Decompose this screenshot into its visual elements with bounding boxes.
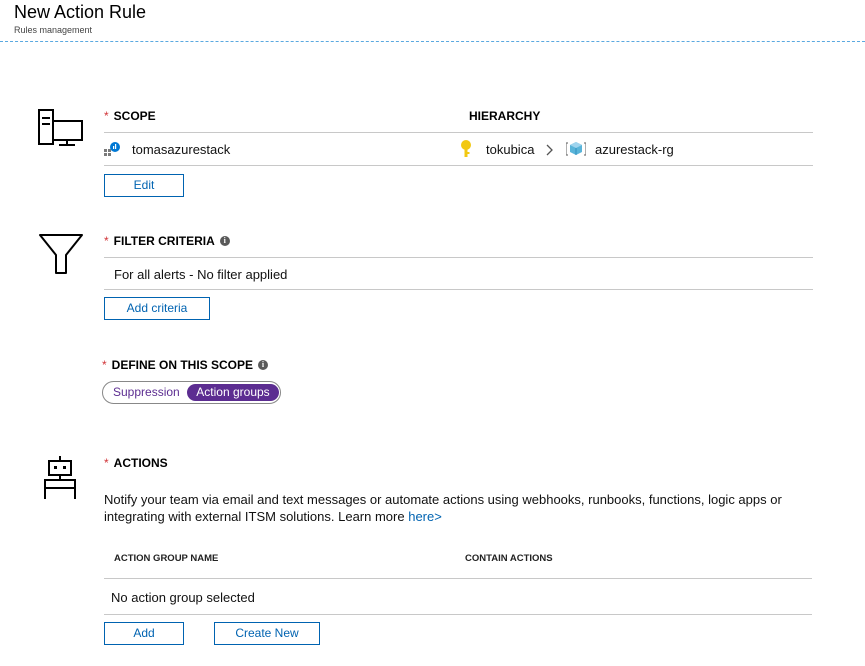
key-icon [461, 140, 471, 157]
scope-resource-name[interactable]: tomasazurestack [132, 142, 230, 157]
info-icon[interactable]: i [219, 236, 230, 246]
hierarchy-label: HIERARCHY [469, 109, 541, 123]
required-marker: * [102, 358, 107, 372]
empty-action-group-text: No action group selected [111, 590, 255, 605]
required-marker: * [104, 456, 109, 470]
hierarchy-resource-group[interactable]: azurestack-rg [595, 142, 674, 157]
robot-icon [44, 456, 76, 499]
page-title: New Action Rule [14, 2, 147, 22]
scope-title-text: SCOPE [113, 109, 156, 123]
funnel-icon [39, 234, 83, 274]
edit-scope-button[interactable]: Edit [104, 174, 184, 197]
filter-value: For all alerts - No filter applied [114, 267, 288, 282]
filter-title: * FILTER CRITERIA i [104, 234, 230, 248]
info-icon[interactable]: i [258, 360, 269, 370]
toggle-option-action-groups[interactable]: Action groups [187, 384, 279, 401]
actions-title-text: ACTIONS [113, 456, 168, 470]
required-marker: * [104, 234, 109, 248]
header-divider [0, 41, 865, 42]
scope-title: * SCOPE [104, 109, 156, 123]
divider [104, 132, 813, 133]
add-action-group-button[interactable]: Add [104, 622, 184, 645]
resource-icon [104, 142, 120, 156]
define-title-text: DEFINE ON THIS SCOPE [111, 358, 254, 372]
define-scope-toggle[interactable]: Suppression Action groups [102, 381, 281, 404]
create-new-button[interactable]: Create New [214, 622, 320, 645]
required-marker: * [104, 109, 109, 123]
toggle-option-suppression[interactable]: Suppression [113, 384, 180, 401]
learn-more-link[interactable]: here> [408, 509, 442, 524]
hierarchy-subscription[interactable]: tokubica [486, 142, 534, 157]
actions-description-text: Notify your team via email and text mess… [104, 492, 782, 524]
monitor-icon [38, 109, 83, 146]
column-header-action-group-name: ACTION GROUP NAME [114, 553, 219, 564]
page-subtitle: Rules management [14, 25, 93, 35]
divider [104, 289, 813, 290]
divider [104, 257, 813, 258]
divider [104, 165, 813, 166]
filter-title-text: FILTER CRITERIA [113, 234, 215, 248]
add-criteria-button[interactable]: Add criteria [104, 297, 210, 320]
actions-description: Notify your team via email and text mess… [104, 491, 794, 525]
define-title: * DEFINE ON THIS SCOPE i [102, 358, 269, 372]
divider [104, 614, 812, 615]
resource-group-icon [566, 142, 586, 156]
column-header-contain-actions: CONTAIN ACTIONS [465, 553, 553, 564]
chevron-right-icon [546, 144, 553, 156]
divider [104, 578, 812, 579]
actions-title: * ACTIONS [104, 456, 168, 470]
